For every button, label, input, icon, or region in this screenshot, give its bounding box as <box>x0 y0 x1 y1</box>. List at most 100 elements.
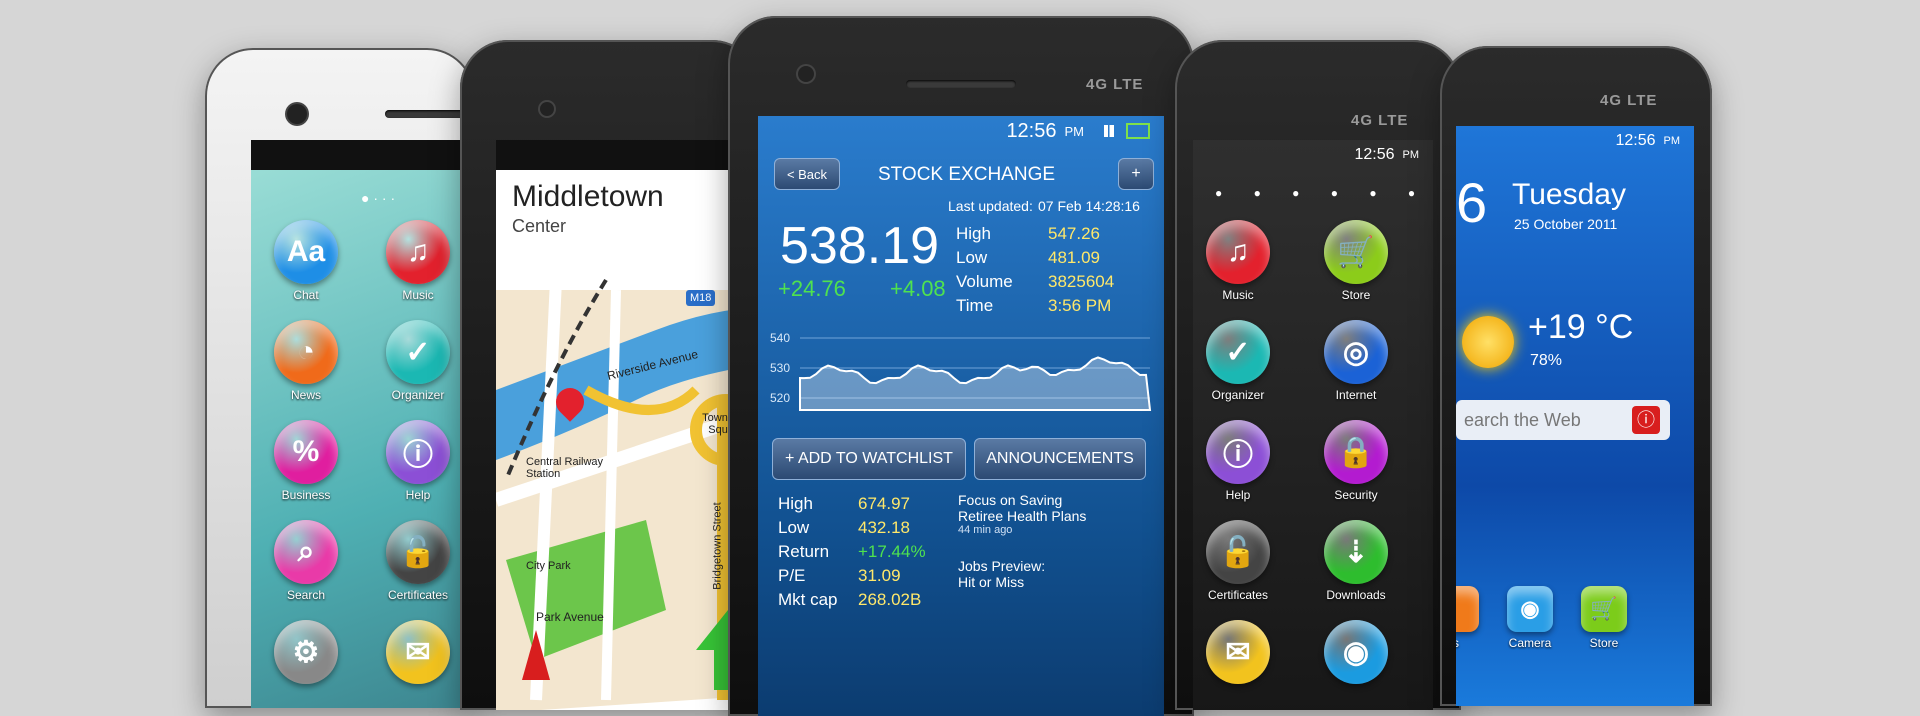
app-store[interactable]: 🛒 Store <box>1564 586 1644 650</box>
battery-icon <box>1126 123 1150 139</box>
app-label: Organizer <box>1211 388 1265 402</box>
network-badge: 4G LTE <box>1351 112 1409 129</box>
camera-icon: ◉ <box>1507 586 1553 632</box>
lower-stat-value: 268.02B <box>858 590 922 609</box>
app-label: Chat <box>293 288 319 302</box>
network-badge: 4G LTE <box>1600 92 1658 109</box>
date-full: 25 October 2011 <box>1514 216 1618 232</box>
app-organizer[interactable]: ✓ Organizer <box>363 320 473 402</box>
chart-tick-530: 530 <box>770 361 790 375</box>
certificates-icon: 🔓 <box>386 520 450 584</box>
screen-title: STOCK EXCHANGE <box>878 164 1056 185</box>
search-input[interactable]: earch the Web <box>1464 410 1581 431</box>
phone-1: ● · · · Aa Chat ♫ Music ◔ News ✓ Organizer % Busi… <box>205 48 475 708</box>
app-label: Internet <box>1335 388 1377 402</box>
humidity: 78% <box>1530 352 1563 369</box>
sun-icon <box>1462 316 1514 368</box>
date-day-name: Tuesday <box>1512 178 1626 211</box>
app-chat[interactable]: Aa Chat <box>251 220 361 302</box>
news-item[interactable]: Focus on Saving Retiree Health Plans 44 mi… <box>958 492 1086 536</box>
app-label: Security <box>1334 488 1378 502</box>
search-go-icon[interactable]: ⓘ <box>1632 406 1660 434</box>
app-internet[interactable]: ◎ Internet <box>1301 320 1411 402</box>
lower-stat-label: Low <box>778 518 810 537</box>
app-business[interactable]: % Business <box>251 420 361 502</box>
road-badge: M18 <box>686 290 716 306</box>
map-label-bridgetown: Bridgetown Street <box>711 502 724 590</box>
status-bar: 12:56 PM <box>1456 126 1694 156</box>
app-news[interactable]: ◔ News <box>251 320 361 402</box>
organizer-icon: ✓ <box>386 320 450 384</box>
app-certificates[interactable]: 🔓 Certificates <box>363 520 473 602</box>
phone-4-screen: 12:56 PM ● ● ● ● ● ● ♫ Music 🛒 Store ✓ Organiz… <box>1193 140 1433 710</box>
app-extra-9[interactable]: ◉ <box>1301 620 1411 688</box>
extra-9-icon: ◉ <box>1324 620 1388 684</box>
business-icon: % <box>274 420 338 484</box>
map-label-park: City Park <box>526 560 571 572</box>
app-store[interactable]: 🛒 Store <box>1301 220 1411 302</box>
back-button[interactable]: < Back <box>774 158 840 190</box>
map-label-parkave: Park Avenue <box>536 610 604 624</box>
extra-9-icon: ✉ <box>386 620 450 684</box>
lower-stat-value: 432.18 <box>858 518 910 537</box>
app-label: Organizer <box>391 388 445 402</box>
news-item[interactable]: Jobs Preview: Hit or Miss <box>958 558 1045 590</box>
map-area-name: Center <box>512 216 567 236</box>
app-label: Help <box>1225 488 1251 502</box>
status-ampm: PM <box>1402 149 1420 161</box>
lower-stat-label: Mkt cap <box>778 590 838 609</box>
phone-2: Middletown Center M18 Riverside Avenue T… <box>460 40 760 710</box>
map-city-name: Middletown <box>512 180 664 213</box>
price-chart: 540 530 520 <box>770 331 1152 411</box>
lower-stat-label: P/E <box>778 566 806 585</box>
app-certificates[interactable]: 🔓 Certificates <box>1193 520 1293 602</box>
temperature: +19 °C <box>1528 308 1634 346</box>
help-icon: ⓘ <box>386 420 450 484</box>
extra-8-icon: ⚙ <box>274 620 338 684</box>
phone-1-screen: ● · · · Aa Chat ♫ Music ◔ News ✓ Organizer % Busi… <box>251 140 475 708</box>
app-label: News <box>290 388 321 402</box>
add-to-watchlist-button[interactable]: + ADD TO WATCHLIST <box>772 438 966 480</box>
chart-tick-520: 520 <box>770 391 790 405</box>
announcements-button[interactable]: ANNOUNCEMENTS <box>974 438 1146 480</box>
home-page-indicator: ● · · · <box>361 190 396 206</box>
stat-value: 481.09 <box>1048 248 1100 267</box>
extra-8-icon: ✉ <box>1206 620 1270 684</box>
app-organizer[interactable]: ✓ Organizer <box>1193 320 1293 402</box>
app-label: Store <box>1341 288 1371 302</box>
stat-value: 3:56 PM <box>1048 296 1112 315</box>
stat-value: 3825604 <box>1048 272 1115 291</box>
app-help[interactable]: ⓘ Help <box>363 420 473 502</box>
status-ampm: PM <box>1663 135 1681 147</box>
app-downloads[interactable]: ⇣ Downloads <box>1301 520 1411 602</box>
phone-5: 4G LTE 12:56 PM 6 Tuesday 25 October 2011… <box>1440 46 1712 706</box>
app-label: Music <box>402 288 434 302</box>
signal-icon <box>1104 125 1118 137</box>
app-security[interactable]: 🔒 Security <box>1301 420 1411 502</box>
lower-stat-value: +17.44% <box>858 542 926 561</box>
map-screen: Middletown Center M18 Riverside Avenue T… <box>496 140 760 710</box>
app-search[interactable]: ⌕ Search <box>251 520 361 602</box>
compass-icon[interactable] <box>522 630 550 680</box>
music-icon: ♫ <box>1206 220 1270 284</box>
security-icon: 🔒 <box>1324 420 1388 484</box>
change-absolute: +24.76 <box>778 276 846 301</box>
app-music[interactable]: ♫ Music <box>1193 220 1293 302</box>
chat-icon: Aa <box>274 220 338 284</box>
app-music[interactable]: ♫ Music <box>363 220 473 302</box>
news-age: 44 min ago <box>958 524 1013 536</box>
app-extra-8[interactable]: ✉ <box>1193 620 1293 688</box>
status-ampm: PM <box>1064 123 1085 139</box>
app-camera[interactable]: ◉ Camera <box>1490 586 1570 650</box>
search-icon: ⌕ <box>274 520 338 584</box>
app-extra-9[interactable]: ✉ <box>363 620 473 688</box>
add-button[interactable]: + <box>1118 158 1154 190</box>
status-bar: 12:56 PM <box>1193 140 1433 170</box>
stock-price: 538.19 <box>780 217 940 275</box>
front-camera <box>287 104 307 124</box>
lower-stat-label: High <box>778 494 813 513</box>
app-extra-8[interactable]: ⚙ <box>251 620 361 688</box>
app-help[interactable]: ⓘ Help <box>1193 420 1293 502</box>
last-updated-value: 07 Feb 14:28:16 <box>1038 198 1140 214</box>
web-search-bar[interactable]: earch the Web ⓘ <box>1456 400 1670 440</box>
